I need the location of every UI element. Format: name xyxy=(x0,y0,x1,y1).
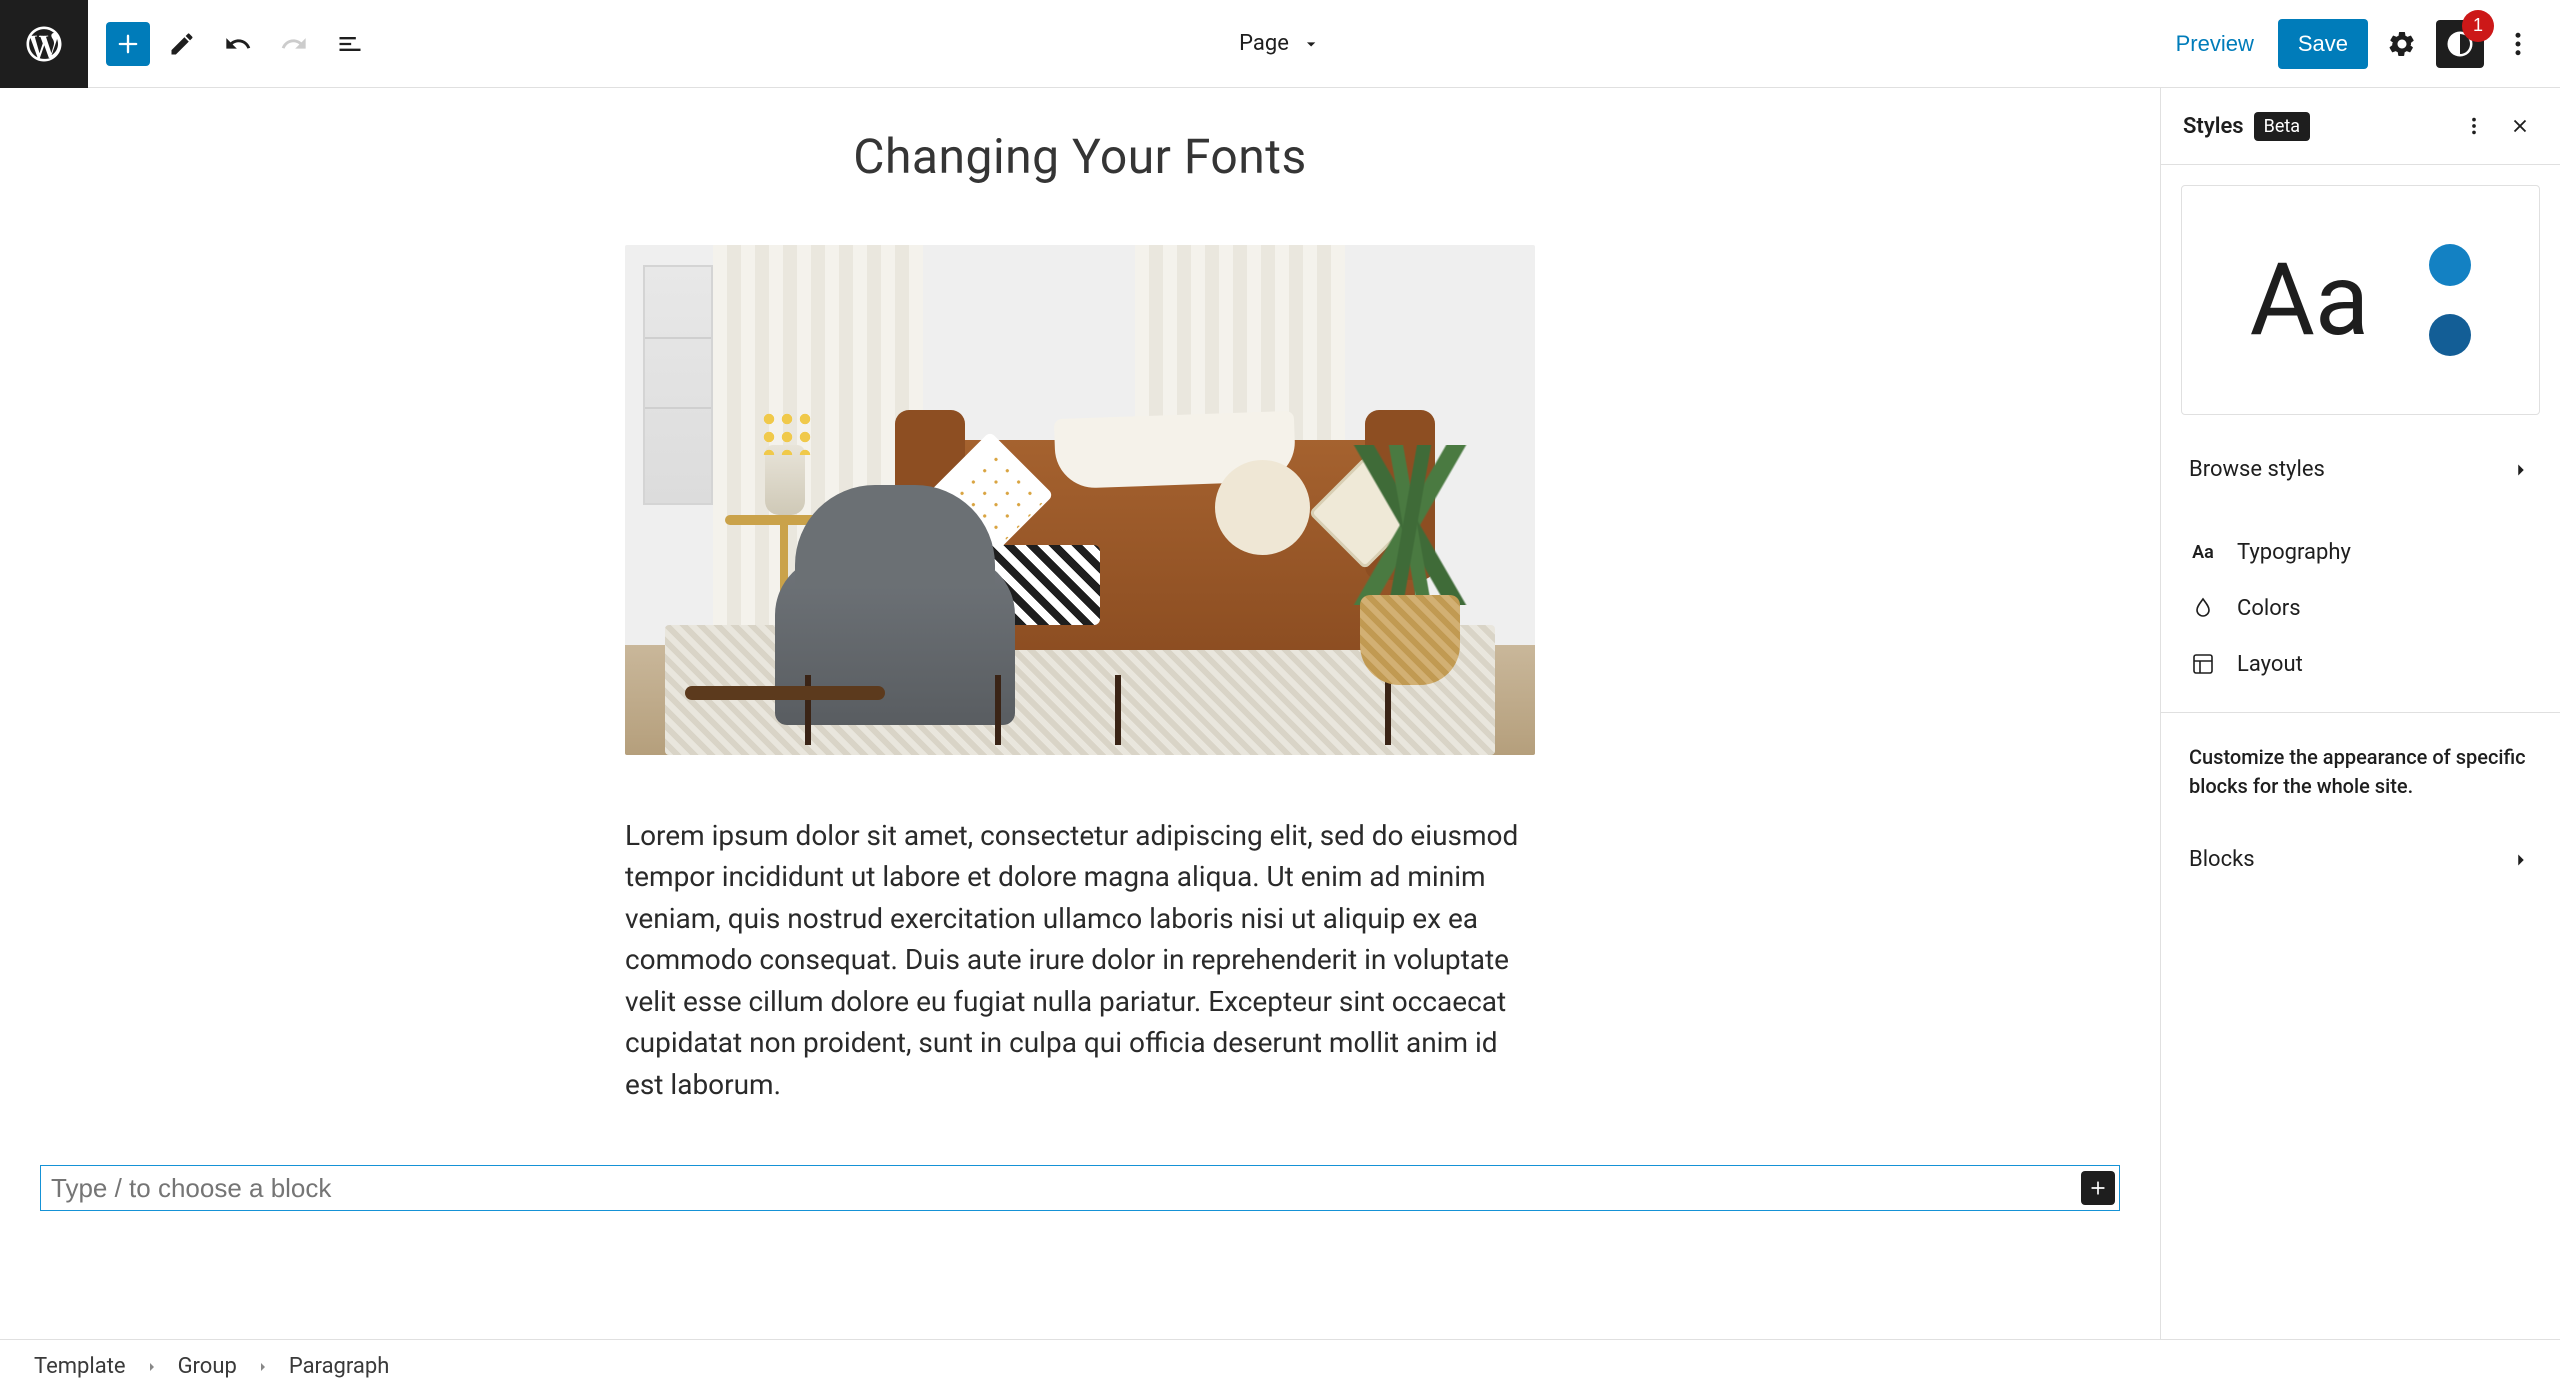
toolbar-tools xyxy=(106,20,374,68)
redo-button xyxy=(270,20,318,68)
undo-icon xyxy=(224,30,252,58)
block-appender-input[interactable] xyxy=(41,1169,2081,1208)
typography-item[interactable]: Aa Typography xyxy=(2161,524,2560,580)
editor-topbar: Page Preview Save 1 xyxy=(0,0,2560,88)
sidebar-title: Styles xyxy=(2183,114,2244,139)
color-swatch-1 xyxy=(2429,244,2471,286)
more-vertical-icon xyxy=(2503,29,2533,59)
chevron-right-icon xyxy=(255,1359,271,1375)
block-breadcrumb: Template Group Paragraph xyxy=(0,1339,2560,1385)
browse-styles-label: Browse styles xyxy=(2189,457,2325,482)
layout-item[interactable]: Layout xyxy=(2161,636,2560,692)
wordpress-icon xyxy=(23,23,65,65)
chevron-right-icon xyxy=(144,1359,160,1375)
list-view-icon xyxy=(336,30,364,58)
style-categories: Aa Typography Colors Layout xyxy=(2161,504,2560,712)
blocks-row[interactable]: Blocks xyxy=(2189,825,2532,894)
layout-label: Layout xyxy=(2237,652,2303,677)
more-vertical-icon xyxy=(2463,115,2485,137)
settings-button[interactable] xyxy=(2378,20,2426,68)
sidebar-close-button[interactable] xyxy=(2502,108,2538,144)
block-appender[interactable] xyxy=(40,1165,2120,1211)
styles-button[interactable]: 1 xyxy=(2436,20,2484,68)
styles-sidebar: Styles Beta Aa Browse styles xyxy=(2160,88,2560,1339)
gear-icon xyxy=(2387,29,2417,59)
drop-icon xyxy=(2189,594,2217,622)
styles-badge: 1 xyxy=(2462,10,2494,42)
chevron-down-icon xyxy=(1301,34,1321,54)
block-appender-add-button[interactable] xyxy=(2081,1171,2115,1205)
typography-icon: Aa xyxy=(2189,538,2217,566)
topbar-right: Preview Save 1 xyxy=(2162,19,2542,69)
document-type-label: Page xyxy=(1239,31,1289,56)
typography-label: Typography xyxy=(2237,540,2351,565)
breadcrumb-item[interactable]: Paragraph xyxy=(289,1354,390,1379)
sidebar-header: Styles Beta xyxy=(2161,88,2560,165)
save-button[interactable]: Save xyxy=(2278,19,2368,69)
breadcrumb-item[interactable]: Template xyxy=(34,1354,126,1379)
style-preview-swatches xyxy=(2429,244,2471,356)
blocks-section: Customize the appearance of specific blo… xyxy=(2161,712,2560,924)
paragraph-block[interactable]: Lorem ipsum dolor sit amet, consectetur … xyxy=(625,815,1535,1105)
style-preview-card[interactable]: Aa xyxy=(2181,185,2540,415)
chevron-right-icon xyxy=(2510,849,2532,871)
topbar-left xyxy=(0,0,374,87)
editor-canvas[interactable]: Changing Your Fonts Lorem ipsum dolor si… xyxy=(0,88,2160,1339)
edit-tool-button[interactable] xyxy=(158,20,206,68)
color-swatch-2 xyxy=(2429,314,2471,356)
list-view-button[interactable] xyxy=(326,20,374,68)
beta-badge: Beta xyxy=(2254,112,2310,141)
more-options-button[interactable] xyxy=(2494,20,2542,68)
colors-label: Colors xyxy=(2237,596,2301,621)
close-icon xyxy=(2509,115,2531,137)
plus-icon xyxy=(114,30,142,58)
browse-styles-row[interactable]: Browse styles xyxy=(2161,435,2560,504)
style-preview-text: Aa xyxy=(2250,242,2370,359)
undo-button[interactable] xyxy=(214,20,262,68)
document-type-dropdown[interactable]: Page xyxy=(1239,31,1321,56)
preview-button[interactable]: Preview xyxy=(2162,21,2268,67)
breadcrumb-item[interactable]: Group xyxy=(178,1354,237,1379)
pencil-icon xyxy=(168,30,196,58)
sidebar-more-button[interactable] xyxy=(2456,108,2492,144)
chevron-right-icon xyxy=(2510,459,2532,481)
layout-icon xyxy=(2189,650,2217,678)
block-inserter-button[interactable] xyxy=(106,22,150,66)
page-title[interactable]: Changing Your Fonts xyxy=(0,128,2160,185)
colors-item[interactable]: Colors xyxy=(2161,580,2560,636)
blocks-description: Customize the appearance of specific blo… xyxy=(2189,743,2532,801)
redo-icon xyxy=(280,30,308,58)
hero-image-block[interactable] xyxy=(625,245,1535,755)
blocks-label: Blocks xyxy=(2189,847,2255,872)
wordpress-logo[interactable] xyxy=(0,0,88,88)
plus-icon xyxy=(2088,1178,2108,1198)
